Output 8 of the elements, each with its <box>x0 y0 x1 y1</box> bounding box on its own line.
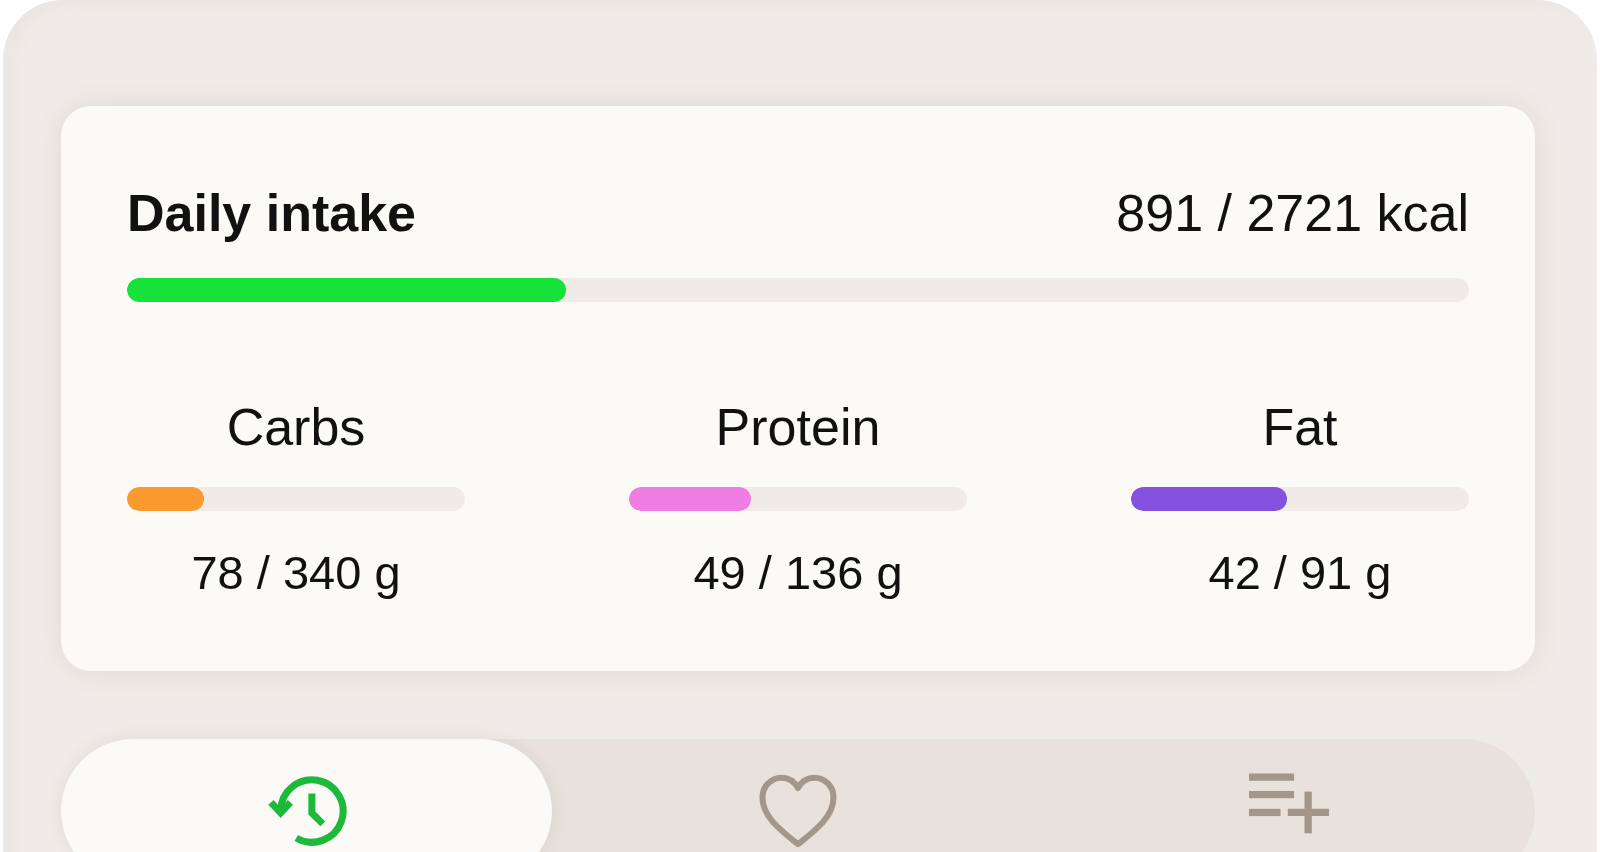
calorie-reading: 891 / 2721 kcal <box>1116 183 1469 243</box>
macro-name: Protein <box>714 397 882 457</box>
macro-name: Carbs <box>225 397 367 457</box>
macro-reading: 42 / 91 g <box>1207 546 1393 600</box>
macro-reading: 49 / 136 g <box>692 546 904 600</box>
macro-reading: 78 / 340 g <box>190 546 402 600</box>
card-title: Daily intake <box>127 183 417 243</box>
macro-name: Fat <box>1261 397 1339 457</box>
